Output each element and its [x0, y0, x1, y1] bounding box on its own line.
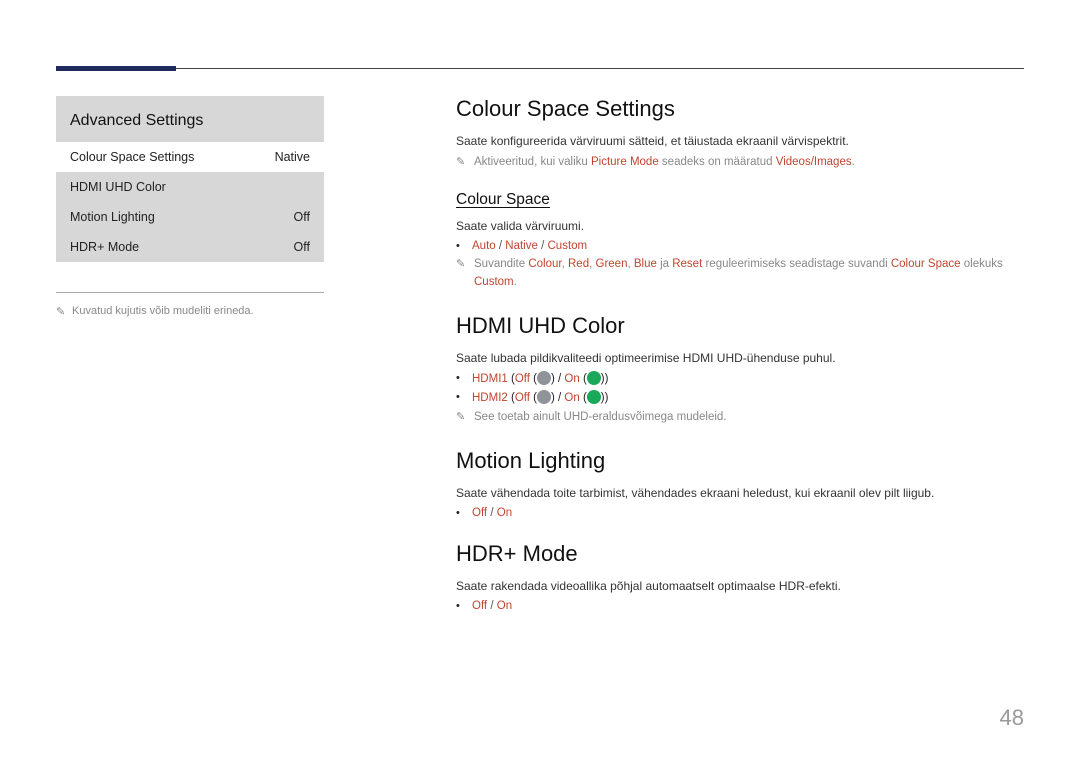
note-text: Suvandite Colour, Red, Green, Blue ja Re…: [474, 256, 1024, 291]
hdmi-desc: Saate lubada pildikvaliteedi optimeerimi…: [456, 349, 1024, 367]
page-content: Advanced Settings Colour Space Settings …: [0, 0, 1080, 612]
toggle-on-icon: [587, 390, 601, 404]
hdr-options: • Off / On: [456, 600, 1024, 612]
bullet-icon: •: [456, 373, 464, 384]
pen-icon: ✎: [456, 256, 466, 291]
css-desc: Saate konfigureerida värviruumi sätteid,…: [456, 132, 1024, 150]
row-value: Off: [294, 240, 310, 254]
heading-hdr-mode: HDR+ Mode: [456, 541, 1024, 567]
bullet-icon: •: [456, 508, 464, 519]
pen-icon: ✎: [456, 409, 466, 426]
right-column: Colour Space Settings Saate konfigureeri…: [456, 96, 1024, 612]
row-value: Off: [294, 210, 310, 224]
row-label: Motion Lighting: [70, 210, 155, 224]
ml-options: • Off / On: [456, 507, 1024, 519]
heading-hdmi-uhd: HDMI UHD Color: [456, 313, 1024, 339]
hdmi2-option: • HDMI2 (Off () / On ()): [456, 391, 1024, 405]
header-accent: [56, 66, 176, 71]
panel-footnote: ✎ Kuvatud kujutis võib mudeliti erineda.: [56, 305, 324, 318]
bullet-icon: •: [456, 241, 464, 252]
header-rule: [56, 68, 1024, 69]
cs-desc: Saate valida värviruumi.: [456, 217, 1024, 235]
bullet-icon: •: [456, 601, 464, 612]
hdr-desc: Saate rakendada videoallika põhjal autom…: [456, 577, 1024, 595]
options-text: Off / On: [472, 507, 512, 519]
pen-icon: ✎: [456, 154, 466, 171]
footnote-text: Kuvatud kujutis võib mudeliti erineda.: [72, 305, 254, 317]
option-text: HDMI2 (Off () / On ()): [472, 391, 608, 405]
note-text: See toetab ainult UHD-eraldusvõimega mud…: [474, 409, 727, 426]
panel-row-hdmi-uhd[interactable]: HDMI UHD Color: [56, 172, 324, 202]
toggle-off-icon: [537, 390, 551, 404]
row-label: HDMI UHD Color: [70, 180, 166, 194]
options-text: Off / On: [472, 600, 512, 612]
panel-row-hdr-mode[interactable]: HDR+ Mode Off: [56, 232, 324, 262]
heading-colour-space: Colour Space: [456, 191, 1024, 209]
panel-row-motion-lighting[interactable]: Motion Lighting Off: [56, 202, 324, 232]
footnote-rule: [56, 292, 324, 293]
row-label: Colour Space Settings: [70, 150, 194, 164]
cs-note: ✎ Suvandite Colour, Red, Green, Blue ja …: [456, 256, 1024, 291]
toggle-off-icon: [537, 371, 551, 385]
note-text: Aktiveeritud, kui valiku Picture Mode se…: [474, 154, 855, 171]
ml-desc: Saate vähendada toite tarbimist, vähenda…: [456, 484, 1024, 502]
panel-title: Advanced Settings: [56, 96, 324, 142]
bullet-icon: •: [456, 392, 464, 403]
row-value: Native: [275, 150, 310, 164]
left-column: Advanced Settings Colour Space Settings …: [56, 96, 324, 612]
settings-panel: Advanced Settings Colour Space Settings …: [56, 96, 324, 262]
cs-options: • Auto / Native / Custom: [456, 240, 1024, 252]
css-note: ✎ Aktiveeritud, kui valiku Picture Mode …: [456, 154, 1024, 171]
hdmi1-option: • HDMI1 (Off () / On ()): [456, 372, 1024, 386]
options-text: Auto / Native / Custom: [472, 240, 587, 252]
pen-icon: ✎: [56, 305, 66, 318]
panel-row-colour-space[interactable]: Colour Space Settings Native: [56, 142, 324, 172]
heading-colour-space-settings: Colour Space Settings: [456, 96, 1024, 122]
option-text: HDMI1 (Off () / On ()): [472, 372, 608, 386]
heading-motion-lighting: Motion Lighting: [456, 448, 1024, 474]
row-label: HDR+ Mode: [70, 240, 139, 254]
hdmi-note: ✎ See toetab ainult UHD-eraldusvõimega m…: [456, 409, 1024, 426]
page-number: 48: [1000, 705, 1024, 731]
toggle-on-icon: [587, 371, 601, 385]
